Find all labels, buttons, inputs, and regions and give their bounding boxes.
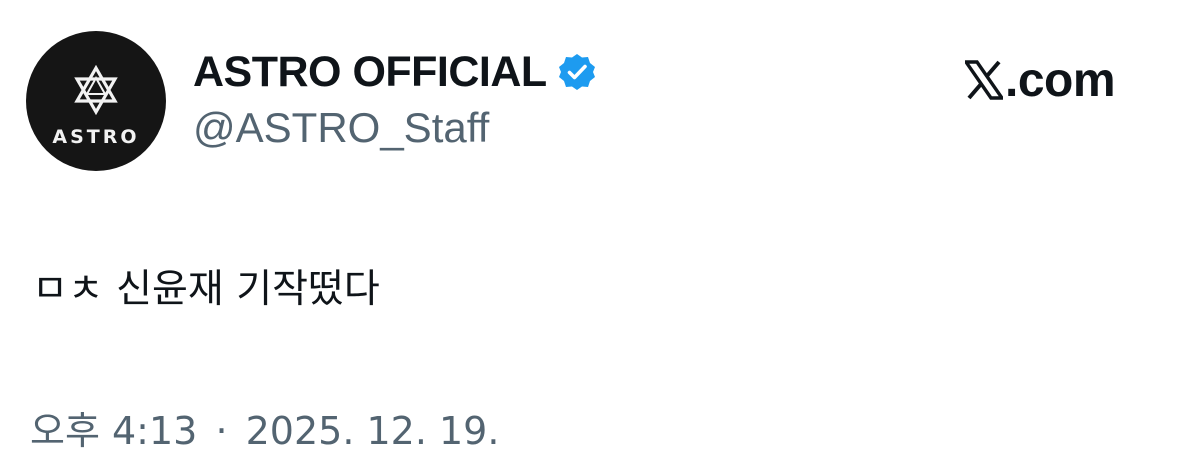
tweet-timestamp[interactable]: 오후 4:13 · 2025. 12. 19.: [30, 400, 499, 455]
x-com-logo[interactable]: .com: [965, 52, 1116, 108]
tweet-text: ㅁㅊ 신윤재 기작떴다: [32, 267, 380, 312]
verified-badge-icon: [558, 54, 595, 90]
display-name[interactable]: ASTRO OFFICIAL: [193, 48, 547, 97]
meta-separator: ·: [215, 409, 228, 453]
user-handle[interactable]: @ASTRO_Staff: [193, 104, 489, 152]
x-logo-icon: [965, 60, 1003, 100]
tweet-time: 오후 4:13: [30, 409, 198, 453]
avatar-logo-text: ASTRO: [52, 126, 140, 148]
tweet-date: 2025. 12. 19.: [245, 409, 500, 453]
name-row: ASTRO OFFICIAL: [193, 46, 597, 98]
tweet-card: ASTRO ASTRO OFFICIAL @ASTRO_Staff .com ㅁ…: [0, 0, 1200, 462]
x-com-logo-text: .com: [1005, 53, 1116, 107]
avatar[interactable]: ASTRO: [26, 31, 166, 171]
astro-star-icon: [74, 65, 118, 115]
